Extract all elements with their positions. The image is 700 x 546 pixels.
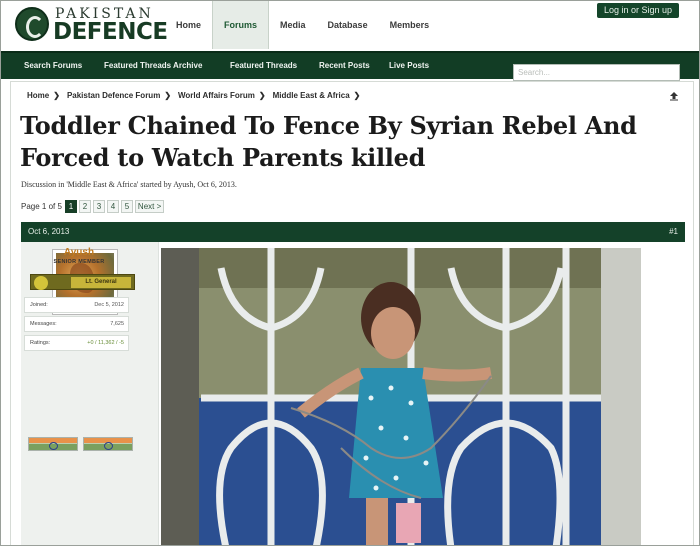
stat-key: Joined:	[30, 302, 48, 308]
breadcrumb-world-affairs-forum[interactable]: World Affairs Forum	[178, 91, 255, 100]
flag-badges	[28, 437, 133, 451]
subnav-live-posts[interactable]: Live Posts	[389, 53, 429, 79]
page-navigation: Page 1 of 5 1 2 3 4 5 Next >	[21, 200, 166, 213]
site-logo[interactable]: PAKISTAN DEFENCE	[15, 5, 168, 45]
stat-key: Ratings:	[30, 340, 51, 346]
post-permalink[interactable]: #1	[669, 227, 678, 236]
subnav-search-forums[interactable]: Search Forums	[24, 53, 82, 79]
rank-badge: Lt. General	[30, 274, 135, 290]
post-photo[interactable]	[161, 248, 641, 546]
stat-value: +0 / 11,362 / -5	[87, 340, 124, 346]
chevron-right-icon: ❯	[53, 91, 60, 100]
breadcrumb-home[interactable]: Home	[27, 91, 49, 100]
nav-forums[interactable]: Forums	[212, 1, 270, 49]
nav-members[interactable]: Members	[379, 1, 441, 49]
site-header: PAKISTAN DEFENCE Home Forums Media Datab…	[1, 1, 699, 49]
post-header: Oct 6, 2013 #1	[21, 222, 685, 242]
crescent-emblem-icon	[15, 7, 49, 41]
page-info: Page 1 of 5	[21, 202, 62, 211]
page-link-4[interactable]: 4	[106, 200, 119, 213]
nav-database[interactable]: Database	[317, 1, 379, 49]
stat-joined: Joined: Dec 5, 2012	[24, 297, 129, 313]
thread-title: Toddler Chained To Fence By Syrian Rebel…	[20, 111, 637, 172]
nav-home[interactable]: Home	[165, 1, 212, 49]
chevron-right-icon: ❯	[258, 91, 266, 100]
stat-value: Dec 5, 2012	[94, 302, 124, 308]
logo-bottom-text: DEFENCE	[53, 19, 168, 45]
stat-key: Messages:	[30, 321, 57, 327]
page-link-5[interactable]: 5	[120, 200, 133, 213]
login-signup-button[interactable]: Log in or Sign up	[596, 3, 679, 18]
user-stats: Joined: Dec 5, 2012 Messages: 7,625 Rati…	[24, 297, 129, 354]
stat-messages: Messages: 7,625	[24, 316, 129, 332]
subnav-recent-posts[interactable]: Recent Posts	[319, 53, 370, 79]
stat-ratings: Ratings: +0 / 11,362 / -5	[24, 335, 129, 351]
stat-value[interactable]: 7,625	[110, 321, 124, 327]
breadcrumb-middle-east-africa[interactable]: Middle East & Africa	[273, 91, 350, 100]
user-title: SENIOR MEMBER	[53, 259, 105, 265]
page-link-1[interactable]: 1	[64, 200, 77, 213]
india-flag-icon	[28, 437, 78, 451]
post-date: Oct 6, 2013	[28, 227, 70, 236]
nav-media[interactable]: Media	[269, 1, 317, 49]
page-frame: PAKISTAN DEFENCE Home Forums Media Datab…	[0, 0, 700, 546]
breadcrumb: Home ❯ Pakistan Defence Forum ❯ World Af…	[27, 91, 367, 100]
search-input[interactable]: Search...	[513, 64, 680, 81]
rank-label: Lt. General	[71, 277, 131, 288]
page-link-3[interactable]: 3	[92, 200, 105, 213]
breadcrumb-pakistan-defence-forum[interactable]: Pakistan Defence Forum	[67, 91, 160, 100]
chevron-right-icon: ❯	[353, 91, 361, 100]
username[interactable]: Ayush	[10, 247, 148, 258]
chevron-right-icon: ❯	[164, 91, 172, 100]
next-page-button[interactable]: Next >	[134, 200, 165, 213]
up-arrow-icon[interactable]	[669, 91, 679, 101]
thread-meta: Discussion in 'Middle East & Africa' sta…	[21, 180, 237, 189]
subnav-featured-threads[interactable]: Featured Threads	[230, 53, 297, 79]
page-link-2[interactable]: 2	[78, 200, 91, 213]
india-flag-icon	[83, 437, 133, 451]
star-icon	[34, 276, 48, 290]
subnav-featured-threads-archive[interactable]: Featured Threads Archive	[104, 53, 202, 79]
top-navigation: Home Forums Media Database Members	[165, 1, 440, 49]
